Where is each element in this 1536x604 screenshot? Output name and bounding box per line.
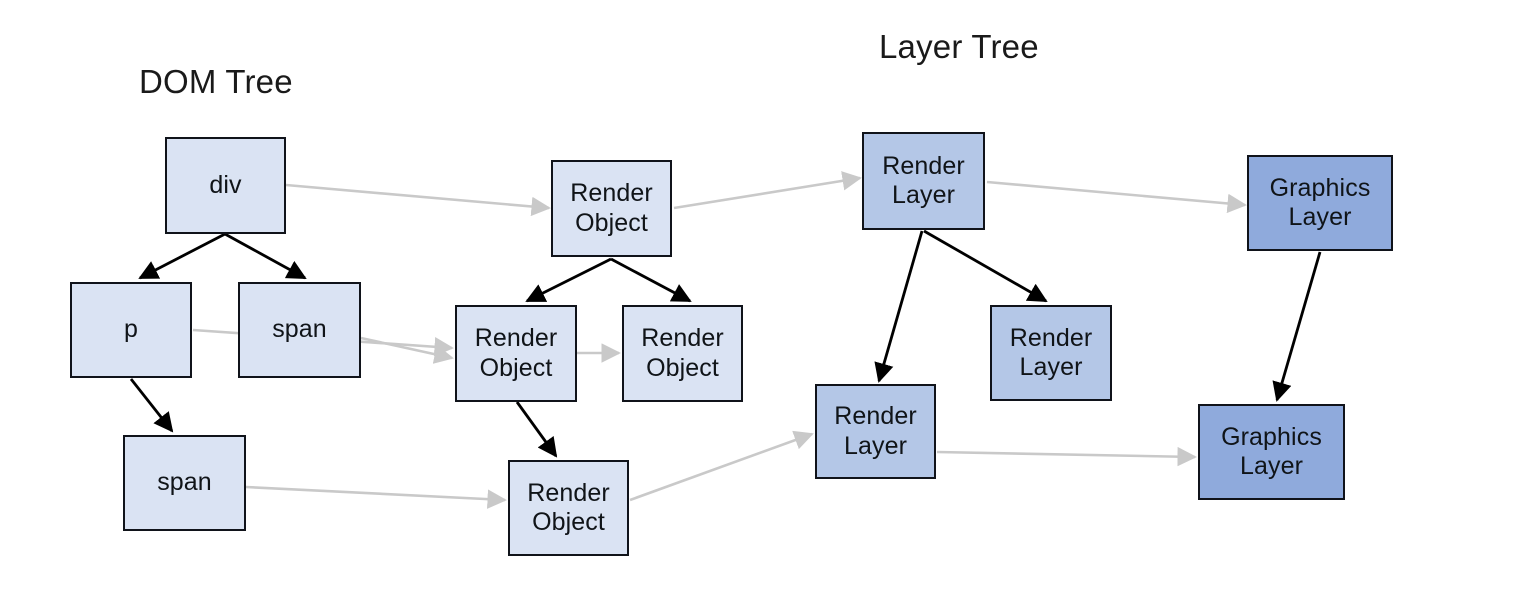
node-label-line-1: Render	[641, 324, 724, 352]
edge-rl1-to-rl2	[923, 229, 1048, 303]
edge-ro2-to-ro4	[515, 401, 558, 458]
node-dom-span-1[interactable]: span	[238, 282, 361, 378]
node-label: Render Layer	[882, 152, 965, 211]
edge-ro1-to-ro2	[525, 257, 612, 303]
node-dom-p[interactable]: p	[70, 282, 192, 378]
diagram-canvas: DOM Tree Layer Tree div p span span Rend…	[0, 0, 1536, 604]
node-label-line-2: Object	[646, 353, 719, 382]
node-label-line-2: Object	[575, 208, 648, 237]
node-label: Render Layer	[834, 402, 917, 461]
node-label-line-1: Render	[570, 179, 653, 207]
edge-render-layer3-to-graphics-layer2	[936, 446, 1197, 467]
node-label-line-1: Render	[474, 324, 558, 352]
node-render-object-2[interactable]: Render Object	[455, 305, 577, 402]
edge-p-to-span2	[129, 378, 174, 433]
node-label: Graphics Layer	[1221, 423, 1322, 482]
edge-render-object4-to-render-layer3	[629, 430, 814, 502]
node-label-line-2: Object	[479, 353, 553, 382]
node-label-line-1: Render	[1009, 323, 1093, 352]
node-render-layer-3[interactable]: Render Layer	[815, 384, 936, 479]
node-dom-span-2[interactable]: span	[123, 435, 246, 531]
node-label: Render Object	[527, 479, 610, 538]
node-label-line-2: Layer	[1288, 203, 1352, 231]
node-label-line-1: Render	[882, 151, 965, 180]
edge-span1-to-render-object	[360, 336, 454, 364]
node-label: Graphics Layer	[1270, 174, 1371, 233]
layer-tree-title: Layer Tree	[879, 28, 1039, 65]
node-label-line-2: Object	[532, 508, 605, 536]
edge-rl1-to-rl3	[874, 230, 924, 383]
node-label-line-1: Render	[527, 478, 610, 507]
edge-gl1-to-gl2	[1272, 251, 1322, 402]
node-label: span	[272, 315, 327, 344]
node-label: Render Object	[475, 324, 558, 383]
node-label-line-2: Layer	[843, 431, 908, 460]
edge-span2-to-render-object	[245, 485, 507, 509]
node-label-line-1: Graphics	[1269, 173, 1371, 202]
edge-render-layer-to-graphics-layer	[986, 180, 1247, 214]
node-label-line-2: Layer	[1239, 452, 1304, 480]
node-label: Render Object	[641, 324, 724, 383]
edge-div-to-span1	[224, 232, 307, 280]
edge-div-to-render-object	[285, 183, 551, 217]
node-render-object-1[interactable]: Render Object	[551, 160, 672, 257]
edge-render-object-to-render-layer	[673, 171, 862, 210]
node-label: p	[123, 315, 138, 344]
node-label-line-2: Layer	[891, 181, 956, 209]
node-label-line-2: Layer	[1019, 353, 1083, 381]
node-label: Render Layer	[1010, 324, 1093, 383]
node-render-object-3[interactable]: Render Object	[622, 305, 743, 402]
node-render-layer-2[interactable]: Render Layer	[990, 305, 1112, 401]
node-dom-div[interactable]: div	[165, 137, 286, 234]
node-label: Render Object	[570, 179, 653, 238]
edge-div-to-p	[138, 232, 226, 280]
node-label-line-1: Graphics	[1221, 422, 1322, 451]
node-label: span	[157, 468, 212, 497]
edge-ro1-to-ro3	[610, 257, 692, 303]
node-render-layer-1[interactable]: Render Layer	[862, 132, 985, 230]
node-label: div	[209, 170, 242, 199]
dom-tree-title: DOM Tree	[139, 63, 293, 100]
node-render-object-4[interactable]: Render Object	[508, 460, 629, 556]
node-graphics-layer-1[interactable]: Graphics Layer	[1247, 155, 1393, 251]
node-graphics-layer-2[interactable]: Graphics Layer	[1198, 404, 1345, 500]
node-label-line-1: Render	[834, 402, 917, 430]
